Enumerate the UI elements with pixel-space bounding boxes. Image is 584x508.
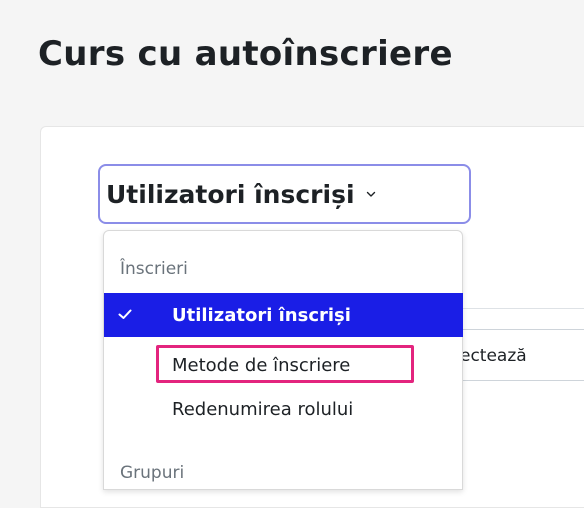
highlight-annotation-box <box>156 345 414 383</box>
menu-item-label: Utilizatori înscriși <box>172 304 351 326</box>
page-title: Curs cu autoînscriere <box>38 34 453 74</box>
navigation-selector[interactable]: Utilizatori înscriși <box>98 164 471 224</box>
chevron-down-icon <box>365 188 377 200</box>
background-select-text: ectează <box>460 346 527 366</box>
menu-group-heading-groups: Grupuri <box>120 463 185 483</box>
menu-item-label: Redenumirea rolului <box>172 398 354 420</box>
check-icon <box>116 305 134 323</box>
selector-label: Utilizatori înscriși <box>106 179 355 209</box>
menu-item-enrolled-users[interactable]: Utilizatori înscriși <box>104 293 463 337</box>
menu-group-heading-enrolments: Înscrieri <box>120 259 188 279</box>
table-divider <box>462 308 584 309</box>
menu-item-rename-roles[interactable]: Redenumirea rolului <box>104 387 463 431</box>
navigation-dropdown-menu: Înscrieri Utilizatori înscriși Metode de… <box>103 230 463 490</box>
